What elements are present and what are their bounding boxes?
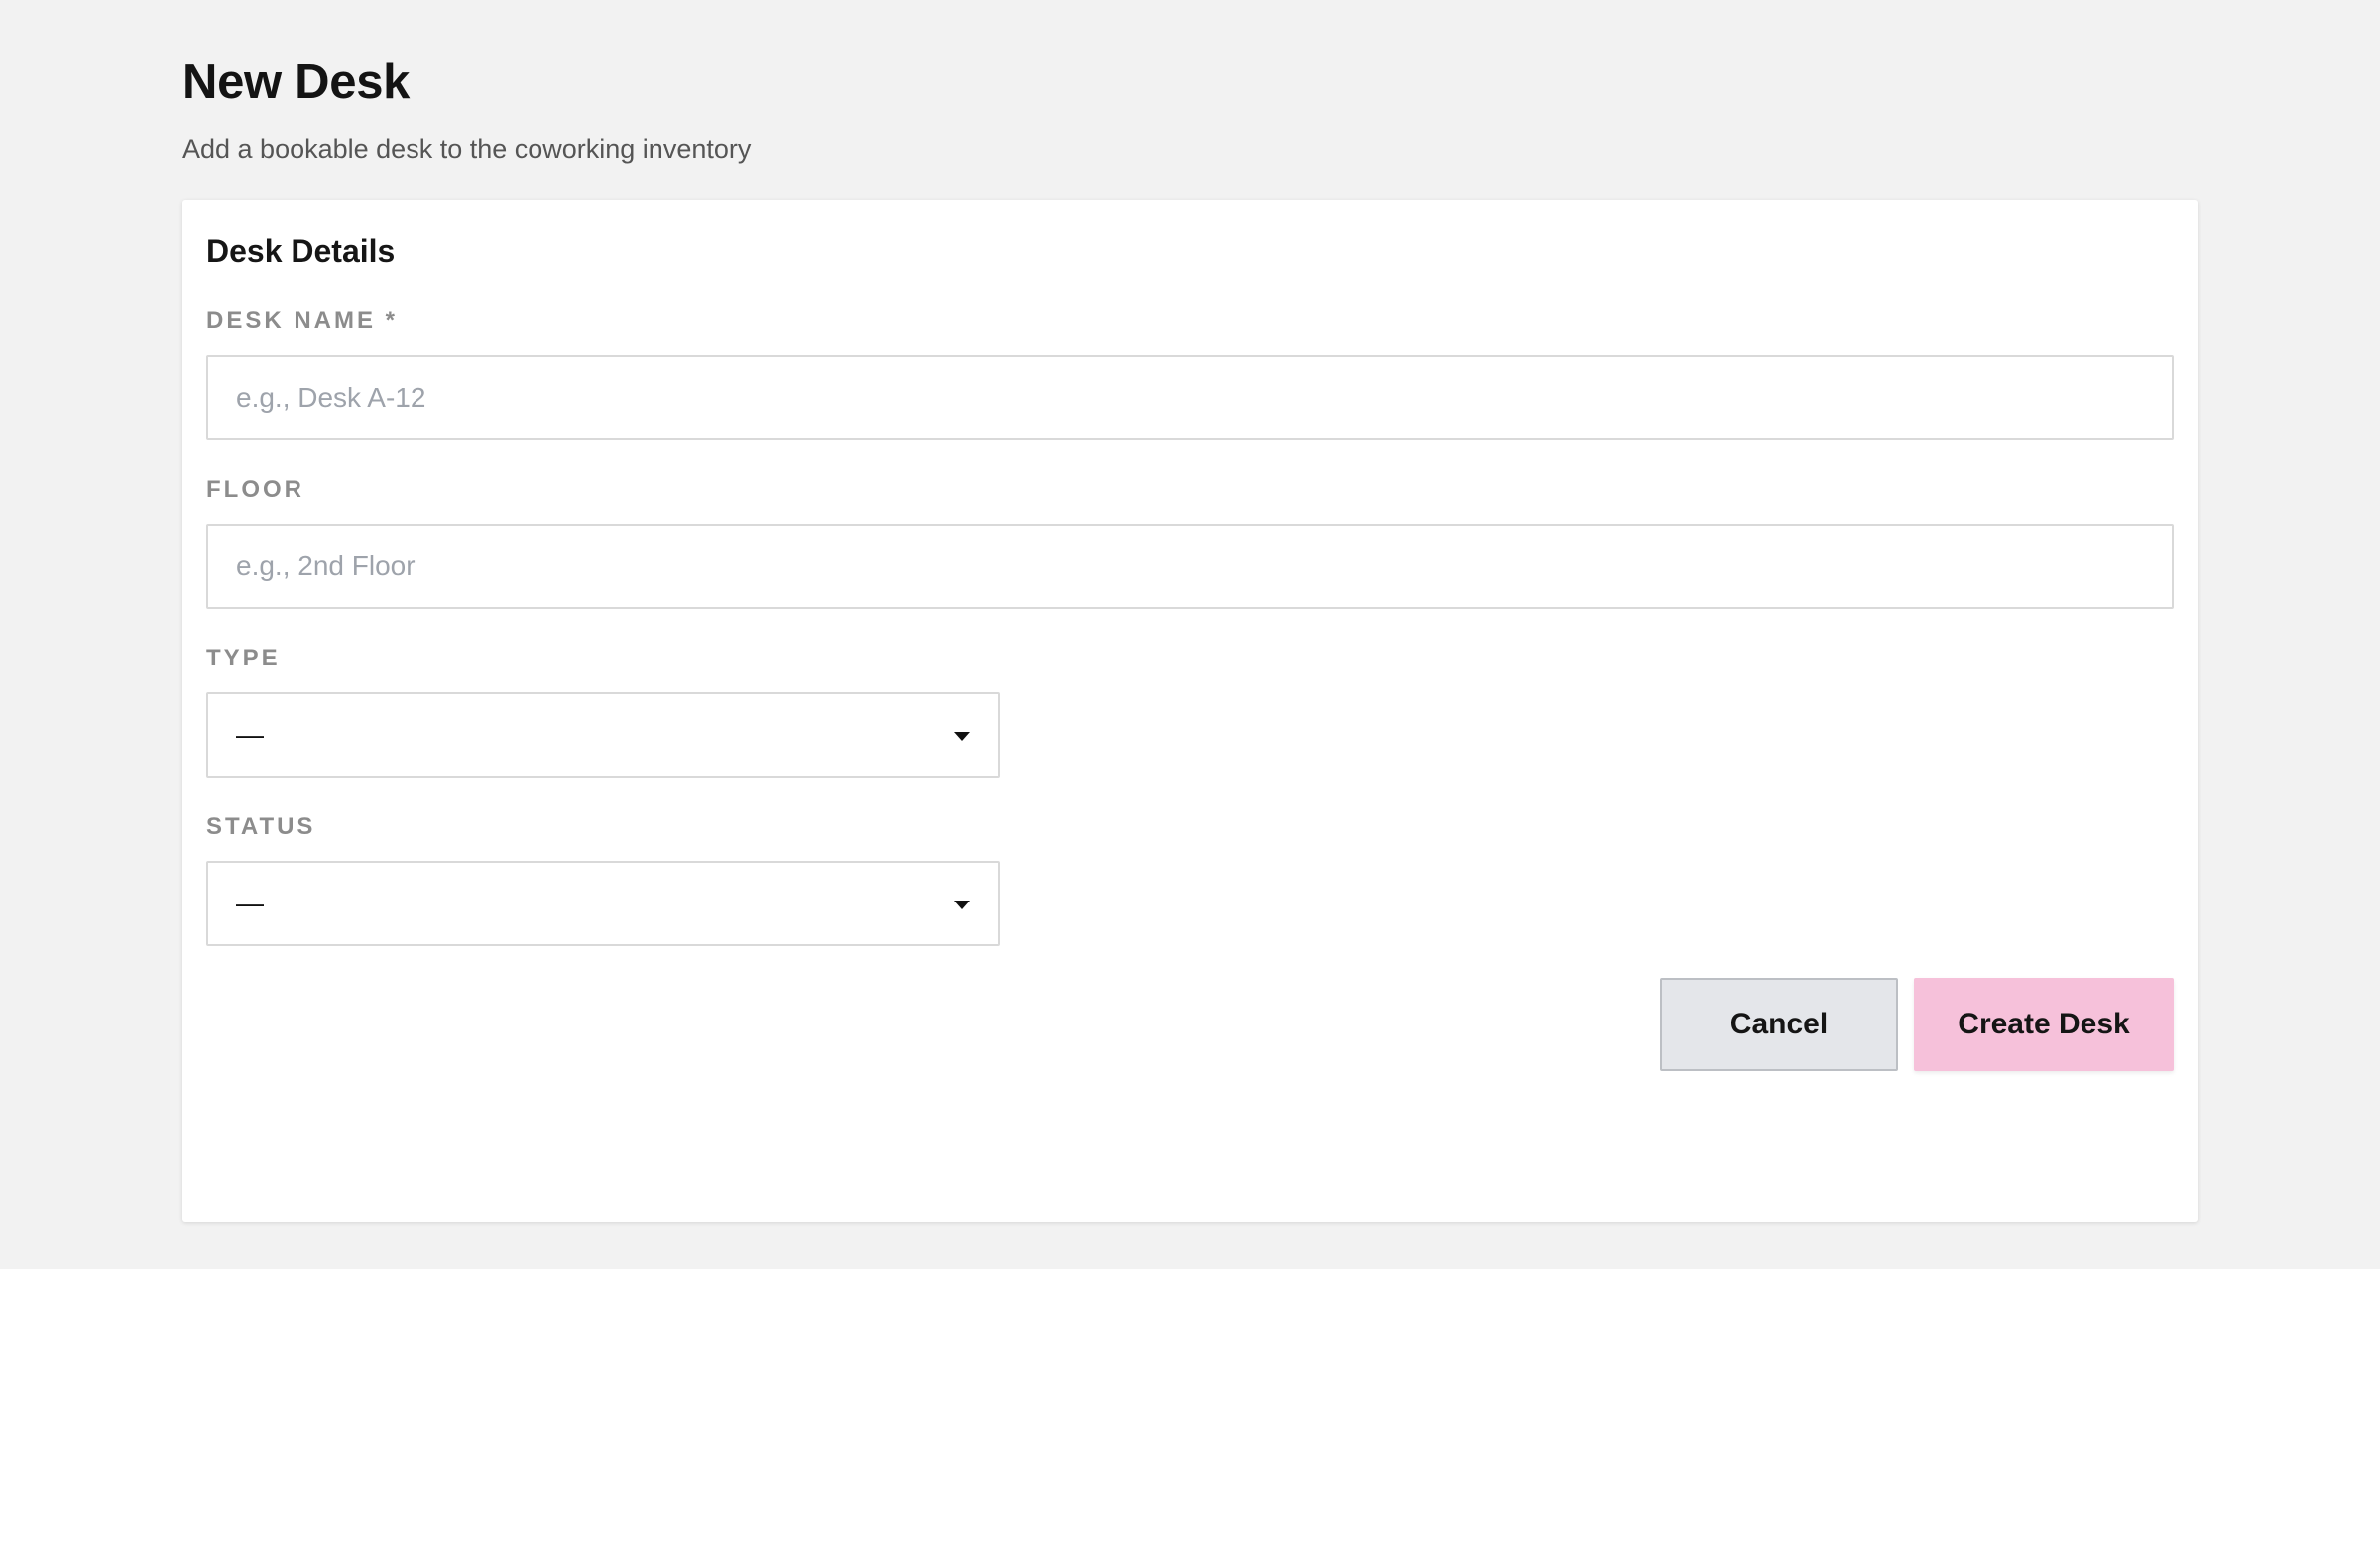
floor-label: FLOOR [206,476,304,503]
type-select[interactable]: — [206,692,1000,778]
card-title: Desk Details [206,233,396,269]
status-label: STATUS [206,813,316,840]
desk-name-input[interactable] [206,355,2174,440]
chevron-down-icon [954,732,970,741]
page-title: New Desk [182,56,411,109]
desk-details-card: Desk Details DESK NAME * FLOOR TYPE — ST… [182,200,2198,1222]
desk-name-label: DESK NAME * [206,307,399,334]
page-subtitle: Add a bookable desk to the coworking inv… [182,134,752,164]
type-select-value: — [236,719,264,750]
status-select[interactable]: — [206,861,1000,946]
create-desk-button[interactable]: Create Desk [1914,978,2174,1071]
chevron-down-icon [954,901,970,909]
status-select-value: — [236,888,264,918]
type-label: TYPE [206,645,281,671]
page-header: New Desk Add a bookable desk to the cowo… [182,50,751,167]
floor-input[interactable] [206,524,2174,609]
cancel-button[interactable]: Cancel [1660,978,1898,1071]
